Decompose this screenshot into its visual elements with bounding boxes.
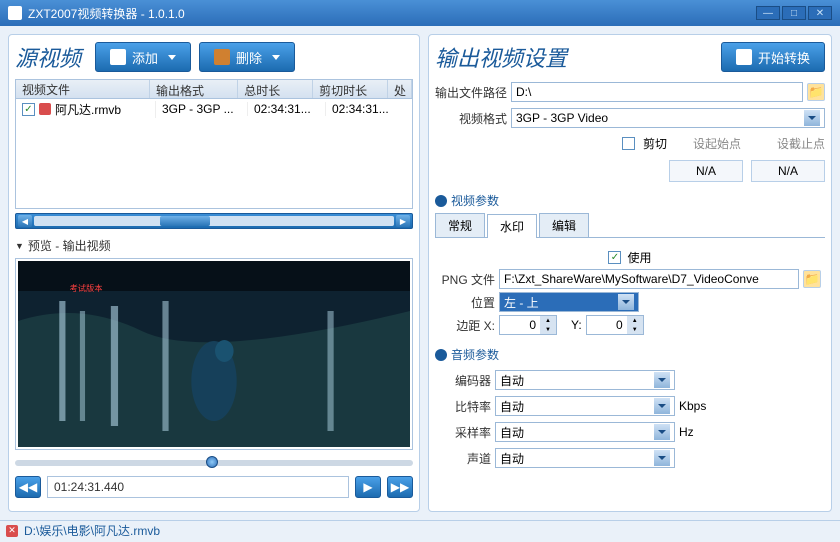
file-icon [39,103,51,115]
set-start-label: 设起始点 [693,135,741,152]
row-cut: 02:34:31... [326,102,404,116]
browse-output-button[interactable]: 📁 [807,83,825,101]
trim-checkbox[interactable] [622,137,635,150]
encoder-select[interactable]: 自动 [495,370,675,390]
row-fmt: 3GP - 3GP ... [156,102,248,116]
music-note-icon [435,195,447,207]
bitrate-unit: Kbps [679,399,706,413]
close-button[interactable]: ✕ [808,6,832,20]
output-panel: 输出视频设置 开始转换 输出文件路径 📁 视频格式 3GP - 3GP Vide… [428,34,832,512]
use-watermark-label: 使用 [627,249,651,266]
tab-normal[interactable]: 常规 [435,213,485,237]
position-select[interactable]: 左 - 上 [499,292,639,312]
png-file-label: PNG 文件 [439,271,495,288]
add-button[interactable]: 添加 [95,42,191,72]
samplerate-select[interactable]: 自动 [495,422,675,442]
output-panel-title: 输出视频设置 [435,41,567,73]
table-row[interactable]: ✓ 阿凡达.rmvb 3GP - 3GP ... 02:34:31... 02:… [16,99,412,119]
status-bar: ✕ D:\娱乐\电影\阿凡达.rmvb [0,520,840,540]
bitrate-label: 比特率 [435,398,491,415]
preview-video[interactable]: 考试版本 [18,261,410,447]
remove-button[interactable]: 删除 [199,42,295,72]
output-path-label: 输出文件路径 [435,84,507,101]
trim-start-value[interactable]: N/A [669,160,743,182]
tab-edit[interactable]: 编辑 [539,213,589,237]
minimize-button[interactable]: — [756,6,780,20]
scroll-track[interactable] [34,216,394,226]
add-button-label: 添加 [132,48,158,67]
app-icon [8,6,22,20]
status-path: D:\娱乐\电影\阿凡达.rmvb [24,522,160,539]
col-file-header[interactable]: 视频文件 [16,80,150,98]
audio-params-head: 音频参数 [435,346,825,363]
row-filename: 阿凡达.rmvb [55,101,121,118]
channel-select[interactable]: 自动 [495,448,675,468]
col-cut-header[interactable]: 剪切时长 [313,80,388,98]
png-file-input[interactable] [499,269,799,289]
video-fmt-label: 视频格式 [435,110,507,127]
music-note-icon [435,349,447,361]
svg-text:考试版本: 考试版本 [70,283,103,293]
preview-content: 考试版本 [18,261,410,447]
chevron-down-icon [618,294,634,310]
samplerate-label: 采样率 [435,424,491,441]
trim-label: 剪切 [643,135,667,152]
titlebar: ZXT2007视频转换器 - 1.0.1.0 — □ ✕ [0,0,840,26]
chevron-down-icon [804,110,820,126]
seek-bar[interactable] [15,460,413,466]
source-panel-title: 源视频 [15,41,81,73]
scroll-left-button[interactable]: ◀ [18,215,32,227]
video-params-head: 视频参数 [435,192,825,209]
grid-header: 视频文件 输出格式 总时长 剪切时长 处 [15,79,413,99]
scroll-thumb[interactable] [160,216,210,226]
prev-button[interactable]: ◀◀ [15,476,41,498]
window-title: ZXT2007视频转换器 - 1.0.1.0 [28,5,185,22]
play-button[interactable]: ▶ [355,476,381,498]
scroll-right-button[interactable]: ▶ [396,215,410,227]
col-fmt-header[interactable]: 输出格式 [150,80,238,98]
chevron-down-icon [168,55,176,60]
col-proc-header[interactable]: 处 [388,80,412,98]
position-label: 位置 [439,294,495,311]
margin-y-label: Y: [571,318,582,332]
preview-frame: 考试版本 [15,258,413,450]
maximize-button[interactable]: □ [782,6,806,20]
samplerate-unit: Hz [679,425,694,439]
margin-x-label: 边距 X: [439,317,495,334]
grid-hscroll[interactable]: ◀ ▶ [15,213,413,229]
video-fmt-select[interactable]: 3GP - 3GP Video [511,108,825,128]
encoder-label: 编码器 [435,372,491,389]
browse-png-button[interactable]: 📁 [803,270,821,288]
status-close-icon[interactable]: ✕ [6,525,18,537]
next-button[interactable]: ▶▶ [387,476,413,498]
bitrate-select[interactable]: 自动 [495,396,675,416]
folder-icon [110,49,126,65]
convert-icon [736,49,752,65]
seek-knob[interactable] [206,456,218,468]
playback-time: 01:24:31.440 [47,476,349,498]
row-dur: 02:34:31... [248,102,326,116]
col-dur-header[interactable]: 总时长 [238,80,313,98]
set-end-label: 设截止点 [777,135,825,152]
start-convert-button[interactable]: 开始转换 [721,42,825,72]
row-checkbox[interactable]: ✓ [22,103,35,116]
margin-y-spinner[interactable]: ▲▼ [586,315,644,335]
video-params-tabs: 常规 水印 编辑 [435,213,825,238]
tab-watermark[interactable]: 水印 [487,214,537,238]
output-path-input[interactable] [511,82,803,102]
preview-label: ▼ 预览 - 输出视频 [15,237,413,254]
margin-x-spinner[interactable]: ▲▼ [499,315,557,335]
chevron-down-icon [272,55,280,60]
remove-button-label: 删除 [236,48,262,67]
use-watermark-checkbox[interactable]: ✓ [608,251,621,264]
grid-body[interactable]: ✓ 阿凡达.rmvb 3GP - 3GP ... 02:34:31... 02:… [15,99,413,209]
start-convert-label: 开始转换 [758,48,810,67]
trim-end-value[interactable]: N/A [751,160,825,182]
broom-icon [214,49,230,65]
source-panel: 源视频 添加 删除 视频文件 输出格式 总时长 剪切时长 处 ✓ [8,34,420,512]
channel-label: 声道 [435,450,491,467]
